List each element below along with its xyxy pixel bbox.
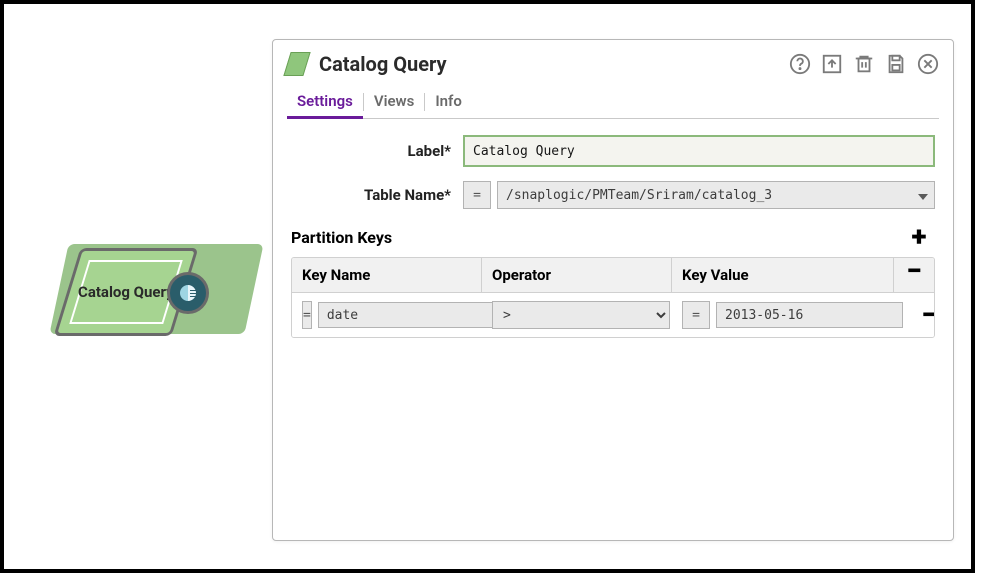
table-name-label: Table Name* bbox=[291, 186, 463, 204]
col-actions: − bbox=[894, 258, 934, 292]
col-key-value: Key Value bbox=[672, 258, 894, 292]
expression-toggle[interactable]: = bbox=[463, 181, 491, 209]
snap-output-connector[interactable] bbox=[167, 272, 209, 314]
save-icon[interactable] bbox=[885, 53, 907, 75]
table-header: Key Name Operator Key Value − bbox=[292, 258, 934, 293]
table-row: = > = − bbox=[292, 293, 934, 337]
panel-header: Catalog Query bbox=[273, 40, 953, 80]
tab-info[interactable]: Info bbox=[425, 86, 472, 118]
key-value-input[interactable] bbox=[716, 302, 903, 328]
remove-header-button[interactable]: − bbox=[906, 257, 921, 287]
table-name-input[interactable] bbox=[497, 181, 935, 209]
label-input[interactable] bbox=[463, 135, 935, 167]
label-field-label: Label* bbox=[291, 142, 463, 160]
panel-toolbar bbox=[789, 53, 939, 75]
expression-toggle[interactable]: = bbox=[682, 301, 710, 329]
partition-keys-heading: Partition Keys + bbox=[291, 223, 935, 251]
expression-toggle[interactable]: = bbox=[302, 301, 312, 329]
col-operator: Operator bbox=[482, 258, 672, 292]
snap-type-icon bbox=[283, 52, 310, 76]
tab-views[interactable]: Views bbox=[364, 86, 425, 118]
panel-tabs: Settings Views Info bbox=[287, 86, 939, 119]
key-name-input[interactable] bbox=[318, 302, 505, 328]
close-icon[interactable] bbox=[917, 53, 939, 75]
col-key-name: Key Name bbox=[292, 258, 482, 292]
partition-keys-table: Key Name Operator Key Value − = > bbox=[291, 257, 935, 338]
trash-icon[interactable] bbox=[853, 53, 875, 75]
tab-settings[interactable]: Settings bbox=[287, 86, 363, 119]
panel-title: Catalog Query bbox=[319, 52, 779, 76]
export-icon[interactable] bbox=[821, 53, 843, 75]
snap-label: Catalog Query bbox=[78, 283, 174, 301]
partition-keys-label: Partition Keys bbox=[291, 228, 392, 247]
snap-settings-panel: Catalog Query Settings Views Info Label* bbox=[272, 39, 954, 541]
help-icon[interactable] bbox=[789, 53, 811, 75]
add-row-button[interactable]: + bbox=[903, 223, 935, 251]
operator-select[interactable]: > bbox=[492, 301, 670, 329]
settings-form: Label* Table Name* = P bbox=[273, 119, 953, 354]
